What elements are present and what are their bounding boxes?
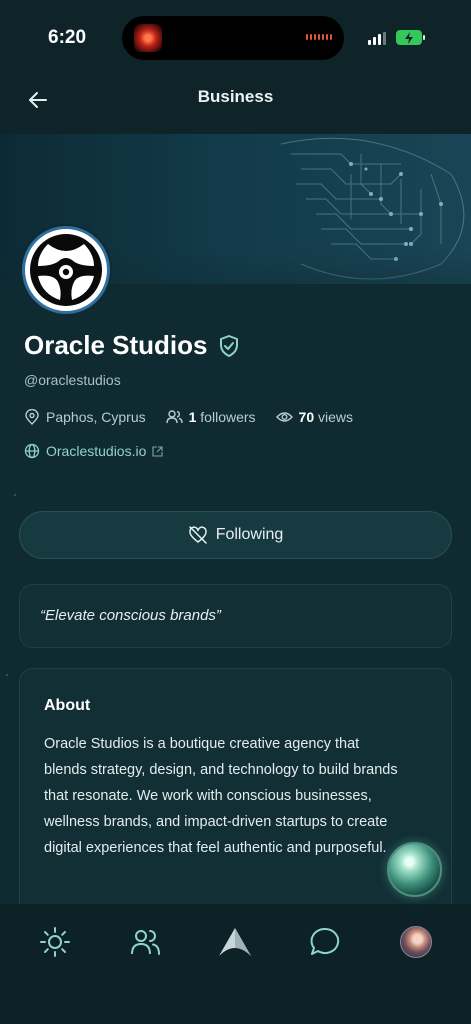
page-header: Business [0, 76, 471, 134]
following-label: Following [215, 526, 284, 543]
nav-item-messages[interactable] [307, 924, 343, 960]
views-count: 70 [298, 409, 315, 425]
external-link-icon [152, 445, 163, 457]
verified-shield-icon [219, 334, 238, 357]
people-icon [165, 410, 183, 424]
followers-label: followers [200, 409, 256, 425]
status-time: 6:20 [48, 27, 87, 48]
globe-icon [24, 443, 40, 459]
page-title: Business [197, 87, 274, 106]
business-name: Oracle Studios [24, 330, 208, 360]
about-title: About [44, 697, 91, 714]
battery-icon [396, 30, 425, 45]
status-bar: 6:20 [0, 0, 471, 76]
views-item: 70 views [275, 409, 354, 425]
island-app-icon [134, 24, 162, 52]
sun-icon [40, 927, 70, 957]
eye-icon [275, 412, 293, 422]
assistant-orb-button[interactable] [387, 842, 442, 897]
triangle-logo-icon [219, 928, 251, 956]
bottom-nav [0, 904, 471, 1024]
followers-item[interactable]: 1 followers [165, 409, 256, 425]
tagline-text: “Elevate conscious brands” [40, 607, 221, 624]
people-icon [131, 930, 160, 955]
signal-icon [368, 32, 386, 45]
location-text: Paphos, Cyprus [46, 409, 146, 425]
business-name-row: Oracle Studios [24, 330, 240, 361]
profile-meta-row: Paphos, Cyprus 1 followers 70 views [24, 409, 373, 425]
about-text: Oracle Studios is a boutique creative ag… [44, 736, 398, 856]
nav-item-profile[interactable] [398, 924, 434, 960]
nav-item-main[interactable] [217, 924, 253, 960]
oracle-studios-logo [30, 234, 102, 306]
user-avatar [400, 926, 432, 958]
nav-item-home[interactable] [37, 924, 73, 960]
dynamic-island [122, 16, 344, 60]
followers-count: 1 [188, 409, 197, 425]
website-text[interactable]: Oraclestudios.io [46, 443, 146, 459]
map-pin-icon [25, 409, 39, 425]
audio-wave-icon [306, 34, 332, 40]
following-button[interactable]: Following [19, 511, 452, 559]
tagline-card: “Elevate conscious brands” [19, 584, 452, 648]
business-avatar[interactable] [22, 226, 110, 314]
heart-off-icon [188, 526, 207, 544]
website-link[interactable]: Oraclestudios.io [24, 443, 163, 459]
views-label: views [318, 409, 354, 425]
location-item: Paphos, Cyprus [24, 409, 146, 425]
nav-item-community[interactable] [127, 924, 163, 960]
business-handle: @oraclestudios [24, 372, 121, 388]
chat-bubble-icon [310, 927, 340, 955]
